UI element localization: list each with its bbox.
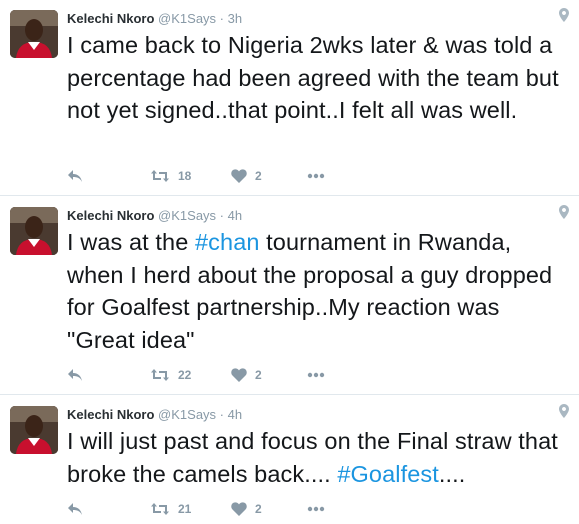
tweet-timeline: Kelechi Nkoro @K1Says · 3h I came back t… [0,0,579,524]
avatar[interactable] [10,406,58,454]
tweet-text-segment: .... [438,460,466,487]
location-pin-icon[interactable] [559,8,569,22]
author-handle[interactable]: @K1Says [158,208,216,223]
reply-icon [68,369,82,381]
tweet-actions: 18 2 [67,166,367,186]
more-button[interactable] [307,166,325,186]
tweet[interactable]: Kelechi Nkoro @K1Says · 4h I was at the … [0,197,579,395]
hashtag-link[interactable]: #chan [195,229,260,255]
reply-icon [68,503,82,515]
tweet[interactable]: Kelechi Nkoro @K1Says · 4h I will just p… [0,396,579,524]
timestamp[interactable]: 4h [228,407,242,422]
more-button[interactable] [307,499,325,519]
author-name[interactable]: Kelechi Nkoro [67,407,154,422]
author-handle[interactable]: @K1Says [158,407,216,422]
retweet-button[interactable]: 21 [150,499,191,519]
author-name[interactable]: Kelechi Nkoro [67,208,154,223]
tweet-header: Kelechi Nkoro @K1Says · 4h [67,207,242,225]
like-count: 2 [255,368,262,382]
tweet-text-segment: I was at the [67,229,196,255]
tweet-text-segment: I will just past and focus on the Final … [67,428,558,487]
like-count: 2 [255,169,262,183]
retweet-count: 22 [178,368,192,382]
tweet[interactable]: Kelechi Nkoro @K1Says · 3h I came back t… [0,0,579,196]
heart-icon [231,368,247,382]
like-button[interactable]: 2 [231,499,262,519]
separator: · [219,11,225,26]
timestamp[interactable]: 4h [228,208,242,223]
retweet-icon [151,503,169,515]
more-button[interactable] [307,365,325,385]
timestamp[interactable]: 3h [228,11,242,26]
location-pin-icon[interactable] [559,404,569,418]
reply-button[interactable] [67,499,83,519]
like-button[interactable]: 2 [231,365,262,385]
retweet-icon [151,170,169,182]
location-pin-icon[interactable] [559,205,569,219]
more-icon [307,372,325,378]
more-icon [307,506,325,512]
heart-icon [231,169,247,183]
separator: · [219,208,225,223]
reply-button[interactable] [67,166,83,186]
hashtag-link[interactable]: #Goalfest [337,461,439,487]
like-count: 2 [255,502,262,516]
retweet-count: 18 [178,169,192,183]
author-handle[interactable]: @K1Says [158,11,216,26]
retweet-button[interactable]: 18 [150,166,191,186]
author-name[interactable]: Kelechi Nkoro [67,11,154,26]
heart-icon [231,502,247,516]
tweet-text-segment: I came back to Nigeria 2wks later & was … [67,32,559,123]
tweet-header: Kelechi Nkoro @K1Says · 4h [67,406,242,424]
reply-button[interactable] [67,365,83,385]
tweet-text: I was at the #chan tournament in Rwanda,… [67,226,573,356]
retweet-count: 21 [178,502,192,516]
tweet-header: Kelechi Nkoro @K1Says · 3h [67,10,242,28]
tweet-text: I will just past and focus on the Final … [67,425,573,490]
tweet-text: I came back to Nigeria 2wks later & was … [67,29,573,127]
avatar[interactable] [10,10,58,58]
reply-icon [68,170,82,182]
more-icon [307,173,325,179]
like-button[interactable]: 2 [231,166,262,186]
tweet-actions: 21 2 [67,499,367,519]
tweet-actions: 22 2 [67,365,367,385]
retweet-button[interactable]: 22 [150,365,191,385]
separator: · [219,407,225,422]
retweet-icon [151,369,169,381]
avatar[interactable] [10,207,58,255]
